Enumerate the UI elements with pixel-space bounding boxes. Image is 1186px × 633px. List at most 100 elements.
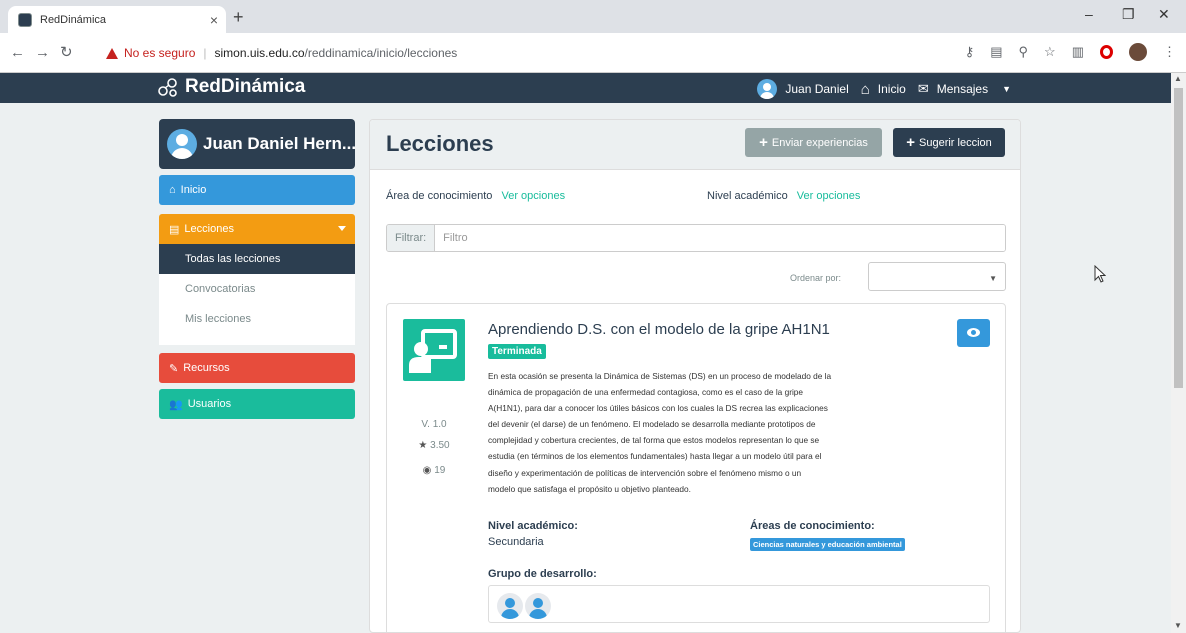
url-path: /reddinamica/inicio/lecciones xyxy=(304,46,458,60)
sort-select[interactable]: ▼ xyxy=(868,262,1006,291)
address-bar: ← → ↻ No es seguro | simon.uis.edu.co/re… xyxy=(0,33,1186,73)
lesson-rating: ★ 3.50 xyxy=(403,440,465,451)
grupo-desarrollo-label: Grupo de desarrollo: xyxy=(488,568,597,580)
description-line: modelo que satisfaga el propósito u obje… xyxy=(488,483,691,494)
lesson-description: En esta ocasión se presenta la Dinámica … xyxy=(488,368,858,497)
nivel-academico-value: Secundaria xyxy=(488,536,544,548)
status-badge: Terminada xyxy=(488,344,546,359)
page-scrollbar[interactable]: ▲ ▼ xyxy=(1171,73,1186,633)
submenu-mis-lecciones[interactable]: Mis lecciones xyxy=(159,304,355,334)
member-avatar[interactable] xyxy=(525,593,551,619)
document-icon: ▤ xyxy=(169,223,180,236)
lesson-views: ◉ 19 xyxy=(403,465,465,476)
filter-input[interactable] xyxy=(435,225,1005,251)
key-icon[interactable]: ⚷ xyxy=(965,44,975,60)
area-badge: Ciencias naturales y educación ambiental xyxy=(750,538,905,551)
omnibox[interactable]: No es seguro | simon.uis.edu.co/reddinam… xyxy=(106,39,1106,67)
enviar-experiencias-button[interactable]: + Enviar experiencias xyxy=(745,128,882,157)
submenu-convocatorias[interactable]: Convocatorias xyxy=(159,274,355,304)
description-line: A(H1N1), para dar a conocer los útiles b… xyxy=(488,403,828,414)
sidebar-item-label: Inicio xyxy=(180,184,207,196)
grupo-desarrollo-box xyxy=(488,585,990,623)
extension-icon[interactable]: ▥ xyxy=(1072,44,1084,60)
paperclip-icon: ✎ xyxy=(169,362,179,375)
member-avatar[interactable] xyxy=(497,593,523,619)
brand-name: RedDinámica xyxy=(185,76,306,97)
close-window-button[interactable]: ✕ xyxy=(1158,6,1170,23)
filter-group: Filtrar: xyxy=(386,224,1006,252)
reload-icon[interactable]: ↻ xyxy=(60,43,73,61)
sidebar-item-label: Recursos xyxy=(183,362,230,374)
lesson-title[interactable]: Aprendiendo D.S. con el modelo de la gri… xyxy=(488,321,830,338)
sidebar-item-usuarios[interactable]: 👥 Usuarios xyxy=(159,389,355,419)
area-ver-opciones-link[interactable]: Ver opciones xyxy=(501,190,565,202)
mouse-cursor-icon xyxy=(1094,265,1106,283)
forward-icon[interactable]: → xyxy=(35,44,50,61)
description-line: dinámica de propagación de una enfermeda… xyxy=(488,387,804,398)
panel-header: Lecciones + Enviar experiencias + Sugeri… xyxy=(370,120,1020,170)
translate-icon[interactable]: ▤ xyxy=(990,44,1002,60)
star-icon[interactable]: ☆ xyxy=(1044,44,1056,60)
dropdown-caret-icon[interactable]: ▼ xyxy=(1002,84,1011,94)
home-icon: ⌂ xyxy=(169,184,176,196)
tab-title: RedDinámica xyxy=(40,13,107,26)
restore-button[interactable]: ❐ xyxy=(1122,6,1135,23)
tab-close-icon[interactable]: × xyxy=(210,12,218,28)
sort-label: Ordenar por: xyxy=(790,273,842,283)
scroll-down-icon[interactable]: ▼ xyxy=(1174,621,1182,630)
nivel-ver-opciones-link[interactable]: Ver opciones xyxy=(797,190,861,202)
scroll-thumb[interactable] xyxy=(1174,88,1183,388)
select-caret-icon: ▼ xyxy=(989,274,997,283)
not-secure-label[interactable]: No es seguro xyxy=(124,46,195,60)
users-icon: 👥 xyxy=(169,398,183,411)
sidebar-item-label: Lecciones xyxy=(184,223,234,235)
lesson-card: V. 1.0 ★ 3.50 ◉ 19 Aprendiendo D.S. con … xyxy=(386,303,1006,632)
description-line: En esta ocasión se presenta la Dinámica … xyxy=(488,371,832,381)
home-icon[interactable]: ⌂ xyxy=(861,81,870,98)
filter-addon: Filtrar: xyxy=(387,225,436,251)
nav-mensajes-link[interactable]: Mensajes xyxy=(937,82,988,96)
user-name-link[interactable]: Juan Daniel xyxy=(785,82,848,96)
sidebar-item-recursos[interactable]: ✎ Recursos xyxy=(159,353,355,383)
envelope-icon[interactable]: ✉ xyxy=(918,81,929,97)
sidebar-user-box[interactable]: Juan Daniel Hern... xyxy=(159,119,355,169)
description-line: diseño y experimentación de políticas de… xyxy=(488,467,802,478)
button-label: Enviar experiencias xyxy=(771,136,868,149)
favicon-icon xyxy=(18,12,32,27)
minimize-button[interactable]: – xyxy=(1085,6,1093,22)
user-avatar[interactable] xyxy=(757,79,778,99)
menu-dots-icon[interactable]: ⋮ xyxy=(1163,44,1176,60)
plus-icon: + xyxy=(759,134,768,151)
url-text[interactable]: simon.uis.edu.co/reddinamica/inicio/lecc… xyxy=(215,46,458,60)
new-tab-button[interactable]: + xyxy=(233,7,244,28)
eye-icon xyxy=(967,328,980,337)
opera-icon[interactable] xyxy=(1100,45,1113,59)
nav-inicio-link[interactable]: Inicio xyxy=(878,82,906,96)
description-line: estudia (en términos de los elementos fu… xyxy=(488,451,822,462)
caret-down-icon xyxy=(338,226,346,231)
areas-conocimiento-label: Áreas de conocimiento: xyxy=(750,520,875,532)
lecciones-submenu: Todas las lecciones Convocatorias Mis le… xyxy=(159,244,355,345)
back-icon[interactable]: ← xyxy=(10,44,25,61)
area-filter: Área de conocimiento Ver opciones xyxy=(386,190,565,202)
reddinamica-logo-icon xyxy=(158,78,177,97)
sugerir-leccion-button[interactable]: + Sugerir leccion xyxy=(893,128,1005,157)
zoom-icon[interactable]: ⚲ xyxy=(1019,44,1029,60)
scroll-up-icon[interactable]: ▲ xyxy=(1174,74,1182,83)
submenu-todas-lecciones[interactable]: Todas las lecciones xyxy=(159,244,355,274)
brand[interactable]: RedDinámica xyxy=(157,76,305,98)
sidebar-item-label: Usuarios xyxy=(187,398,232,410)
plus-icon: + xyxy=(906,134,915,151)
eye-icon: ◉ xyxy=(422,465,432,476)
area-filter-label: Área de conocimiento xyxy=(386,190,493,202)
nivel-filter: Nivel académico Ver opciones xyxy=(707,190,860,202)
lesson-version: V. 1.0 xyxy=(421,419,447,430)
description-line: del devenir (el darse) de un fenómeno. E… xyxy=(488,419,816,430)
browser-tab[interactable]: RedDinámica × xyxy=(8,6,226,33)
sidebar-item-lecciones[interactable]: ▤ Lecciones xyxy=(159,214,355,244)
sidebar-item-inicio[interactable]: ⌂ Inicio xyxy=(159,175,355,205)
view-lesson-button[interactable] xyxy=(957,319,990,347)
profile-avatar[interactable] xyxy=(1129,43,1147,61)
sidebar-user-name: Juan Daniel Hern... xyxy=(203,134,355,153)
url-host: simon.uis.edu.co xyxy=(214,46,305,60)
